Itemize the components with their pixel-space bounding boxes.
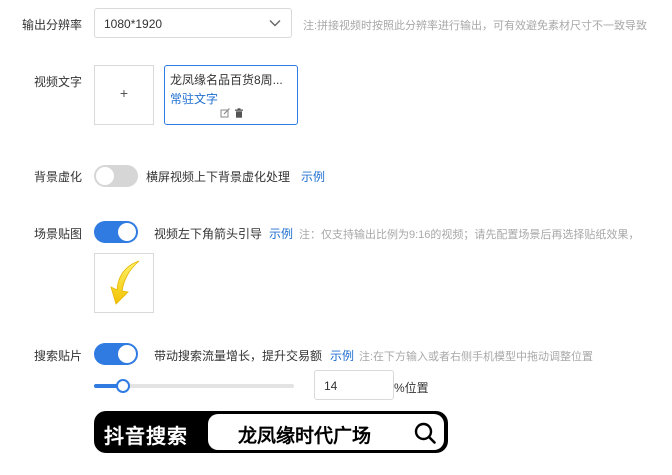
position-input-value: 14 (324, 379, 338, 393)
edit-icon[interactable] (220, 108, 230, 118)
search-banner-box: 龙凤缘时代广场 (208, 414, 444, 450)
scene-sticker-example-link[interactable]: 示例 (269, 225, 293, 242)
toggle-knob (118, 223, 136, 241)
yellow-arrow-icon (110, 260, 140, 305)
scene-sticker-description: 视频左下角箭头引导 (154, 227, 263, 241)
bg-blur-label: 背景虚化 (34, 170, 83, 184)
search-banner-brand: 抖音搜索 (104, 426, 188, 448)
resolution-select[interactable]: 1080*1920 (94, 8, 292, 38)
search-sticker-toggle[interactable] (94, 343, 138, 365)
position-slider[interactable] (94, 379, 294, 393)
search-banner-query: 龙凤缘时代广场 (238, 426, 372, 447)
add-text-button[interactable]: + (94, 65, 154, 125)
position-input[interactable]: 14 (314, 370, 394, 400)
plus-icon: + (119, 85, 129, 101)
scene-sticker-label: 场景贴图 (34, 227, 83, 241)
search-sticker-example-link[interactable]: 示例 (330, 347, 354, 364)
search-sticker-label: 搜索贴片 (34, 349, 83, 363)
chevron-down-icon (269, 20, 281, 27)
resolution-note: 注:拼接视频时按照此分辨率进行输出，可有效避免素材尺寸不一致导致 (303, 20, 648, 32)
text-card-title: 龙凤缘名品百货8周... (170, 73, 283, 87)
toggle-knob (118, 345, 136, 363)
scene-sticker-toggle[interactable] (94, 221, 138, 243)
bg-blur-description: 横屏视频上下背景虚化处理 (146, 170, 291, 184)
search-banner-preview: 抖音搜索 龙凤缘时代广场 (94, 411, 448, 453)
resolution-value: 1080*1920 (104, 17, 163, 31)
slider-handle[interactable] (116, 379, 130, 393)
position-unit-label: %位置 (394, 381, 429, 395)
scene-sticker-note: 注：仅支持输出比例为9:16的视频；请先配置场景后再选择贴纸效果， (299, 229, 640, 241)
search-sticker-description: 带动搜索流量增长，提升交易额 (154, 349, 323, 363)
text-card-subtitle: 常驻文字 (170, 92, 219, 106)
resolution-label: 输出分辨率 (22, 18, 83, 32)
search-sticker-note: 注:在下方输入或者右侧手机模型中拖动调整位置 (359, 351, 594, 363)
search-icon (414, 422, 436, 444)
text-card[interactable]: 龙凤缘名品百货8周... 常驻文字 (164, 65, 298, 125)
trash-icon[interactable] (234, 108, 244, 118)
video-text-label: 视频文字 (34, 75, 83, 89)
sticker-thumbnail[interactable] (94, 253, 154, 313)
toggle-knob (96, 167, 114, 185)
bg-blur-example-link[interactable]: 示例 (301, 168, 325, 185)
bg-blur-toggle[interactable] (94, 165, 138, 187)
